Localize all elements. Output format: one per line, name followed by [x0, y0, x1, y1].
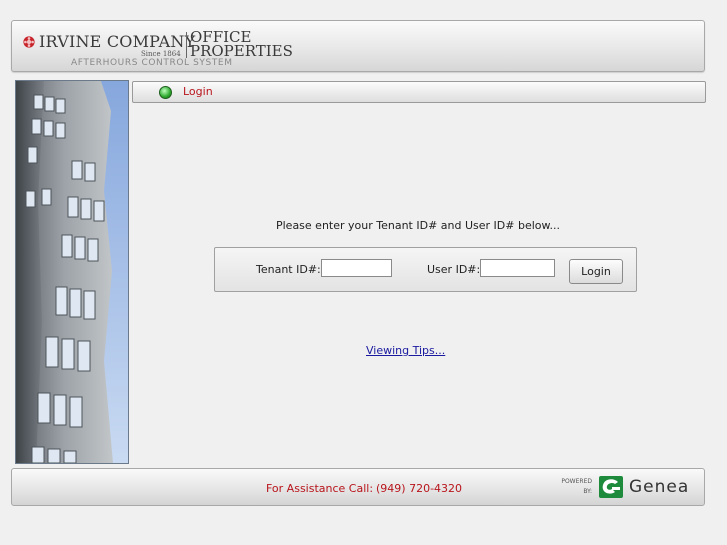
logo-divider: [186, 32, 187, 58]
genea-logo-icon: [599, 476, 623, 498]
powered-by-line-1: POWERED: [561, 478, 592, 485]
user-id-input[interactable]: [480, 259, 555, 277]
division-line-2: PROPERTIES: [190, 42, 293, 60]
footer-bar: For Assistance Call: (949) 720-4320 POWE…: [11, 468, 705, 506]
login-instructions: Please enter your Tenant ID# and User ID…: [275, 219, 560, 232]
nav-bar: Login: [132, 81, 706, 103]
building-illustration: [16, 81, 128, 463]
status-indicator-icon: [159, 86, 172, 99]
login-button[interactable]: Login: [569, 259, 623, 284]
tenant-id-label: Tenant ID#:: [256, 263, 321, 276]
login-form: Tenant ID#: User ID#: Login: [214, 247, 637, 292]
user-id-label: User ID#:: [427, 263, 481, 276]
nav-login-link[interactable]: Login: [183, 85, 213, 98]
assistance-phone: (949) 720-4320: [376, 482, 463, 495]
genea-brand-name: Genea: [629, 477, 690, 497]
header-bar: IRVINE COMPANY Since 1864 OFFICE PROPERT…: [11, 20, 705, 72]
system-name: AFTERHOURS CONTROL SYSTEM: [71, 58, 233, 68]
since-year: Since 1864: [141, 50, 181, 58]
assistance-label: For Assistance Call:: [266, 482, 374, 495]
viewing-tips-link[interactable]: Viewing Tips...: [366, 344, 445, 357]
powered-by-line-2: BY:: [583, 488, 592, 495]
tenant-id-input[interactable]: [321, 259, 392, 277]
company-name: IRVINE COMPANY: [39, 32, 196, 51]
division-name: OFFICE PROPERTIES: [190, 30, 293, 60]
powered-by-label: POWERED BY:: [545, 477, 592, 497]
building-photo: [15, 80, 129, 464]
flower-seal-icon: [23, 36, 35, 48]
